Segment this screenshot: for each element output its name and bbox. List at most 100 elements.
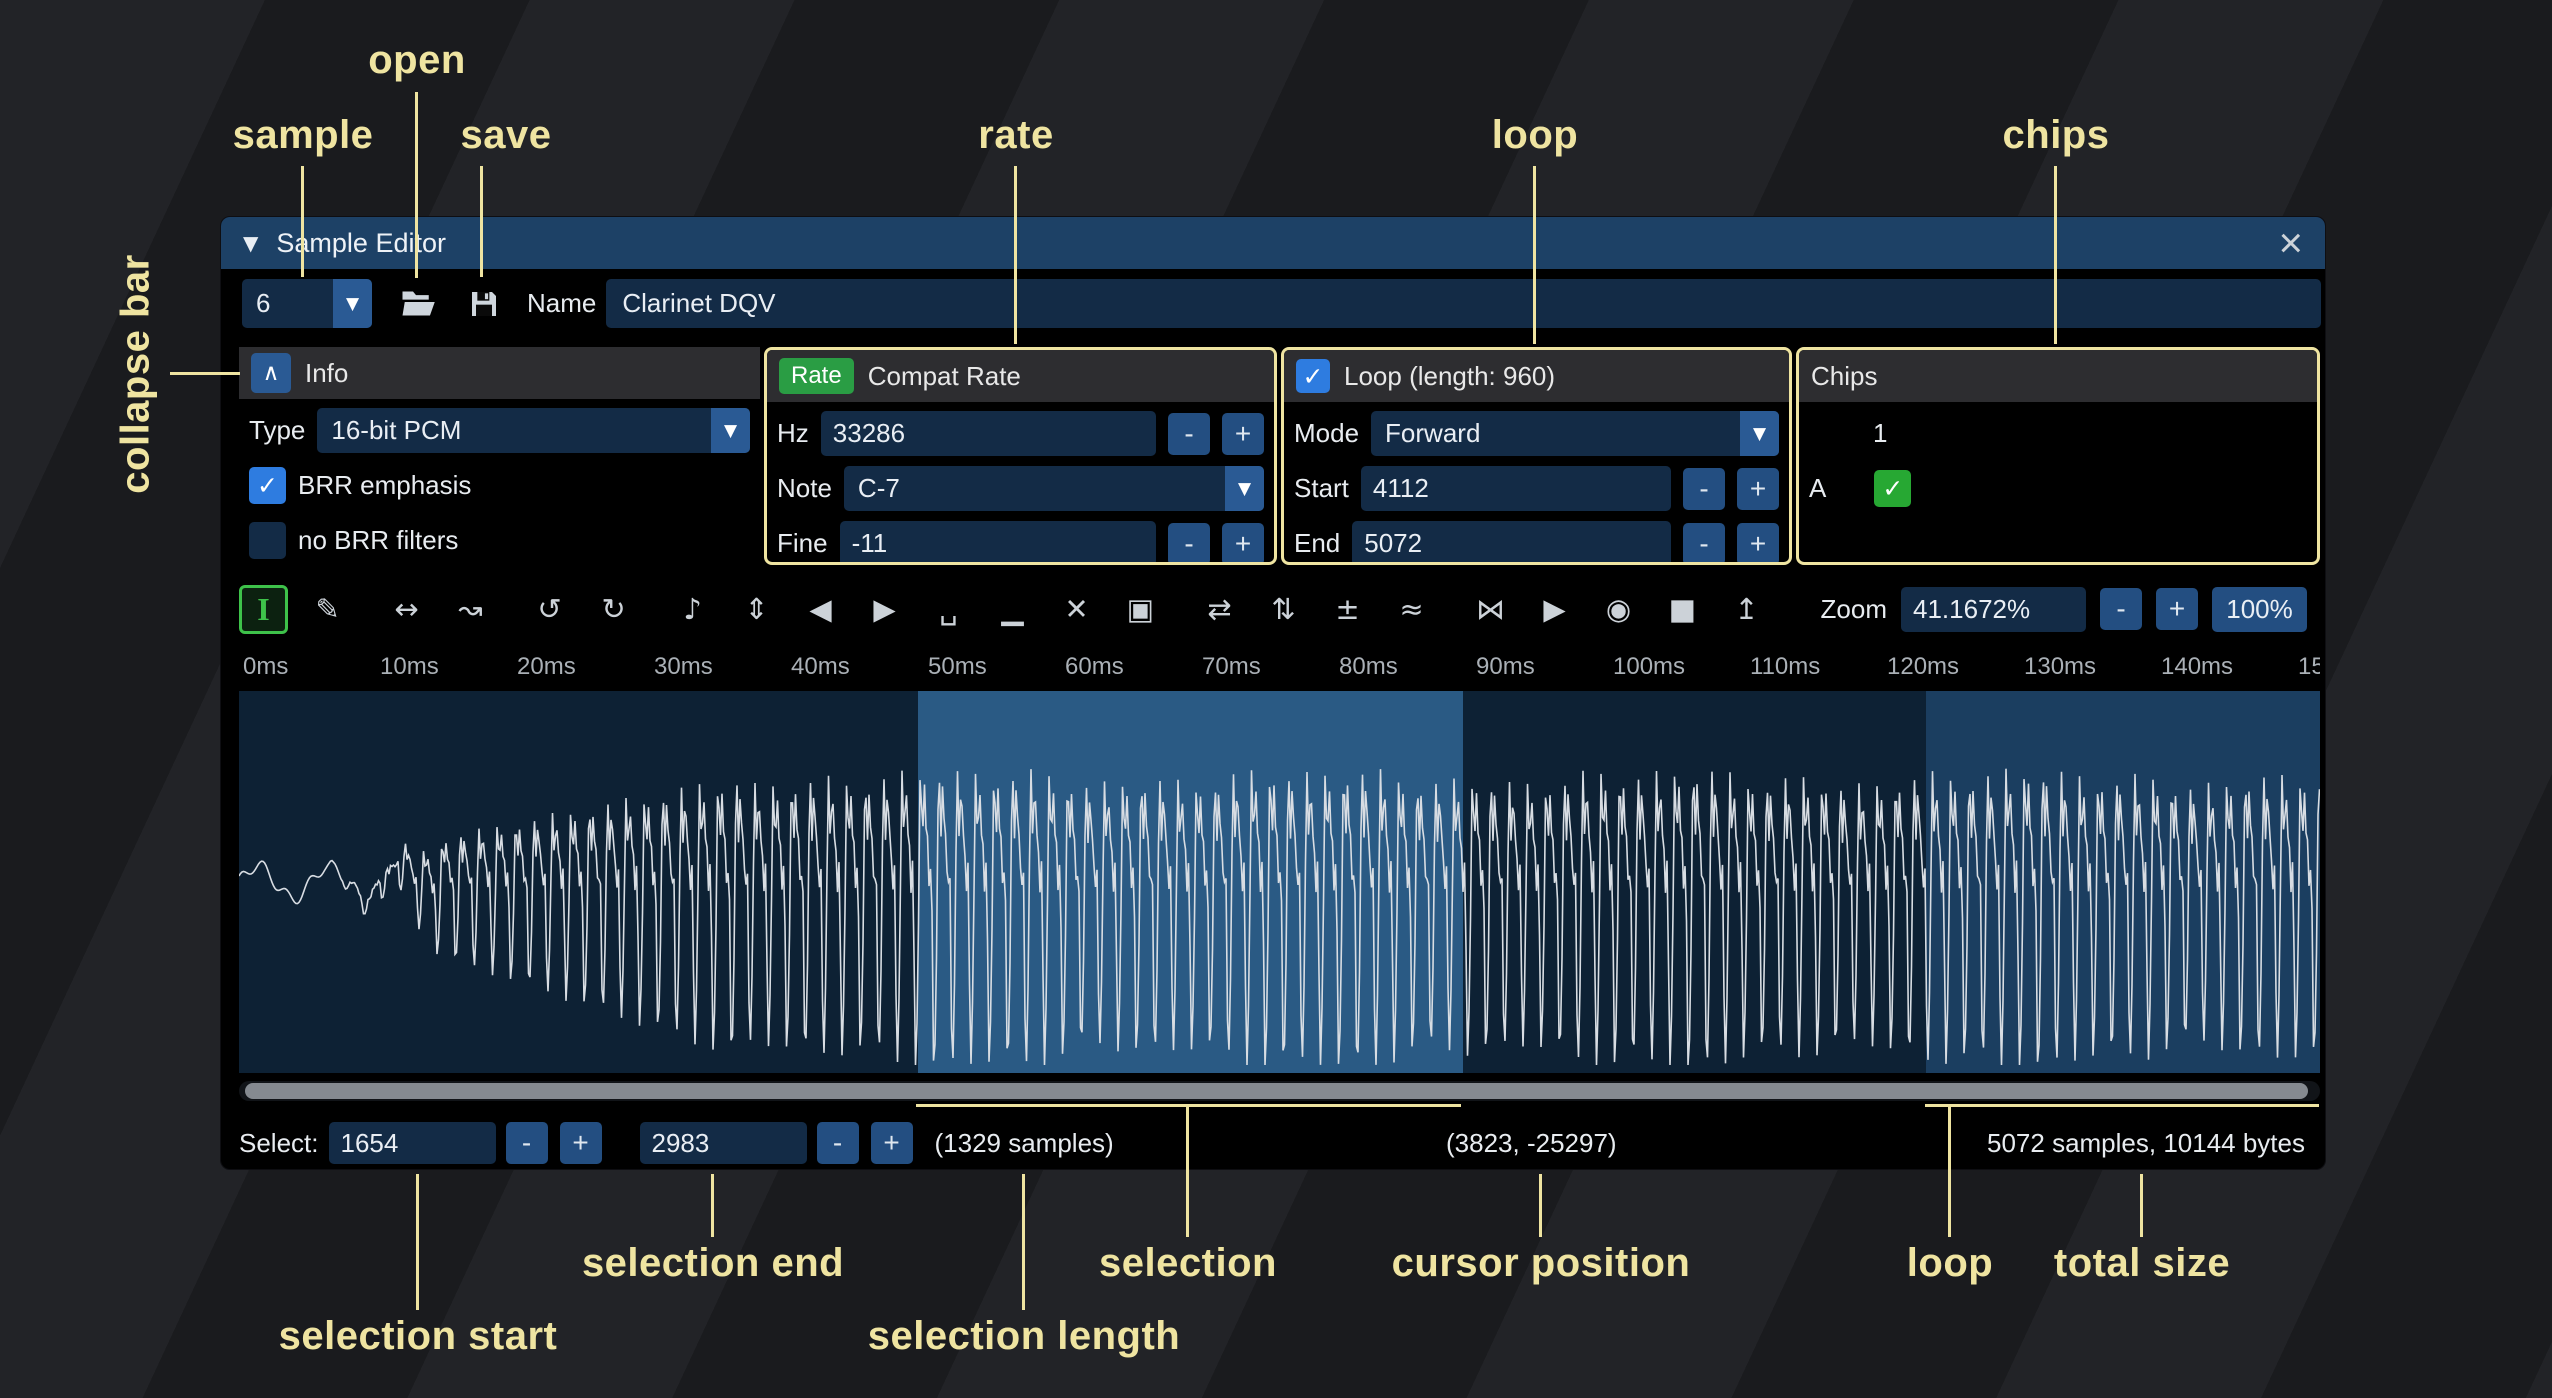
invert-button[interactable]: ⇅ [1259,585,1308,634]
chevron-down-icon: ▼ [333,279,372,328]
reverse-button[interactable]: ⇄ [1195,585,1244,634]
loop-end-minus-button[interactable]: - [1683,523,1725,565]
open-folder-icon [401,288,437,319]
fine-label: Fine [777,528,828,559]
chip-a1-checkbox[interactable]: ✓ [1874,470,1911,507]
hz-minus-button[interactable]: - [1168,413,1210,455]
collapse-window-icon[interactable]: ▼ [243,231,258,255]
annotation-loop-region: loop [1907,1241,1993,1286]
loop-start-plus-button[interactable]: + [1737,468,1779,510]
titlebar[interactable]: ▼ Sample Editor × [221,217,2325,269]
selection-end-input[interactable] [640,1122,807,1164]
loop-panel-title: Loop (length: 960) [1344,361,1555,392]
fine-minus-button[interactable]: - [1168,523,1210,565]
hz-input[interactable] [821,411,1156,456]
annotation-selection: selection [1099,1241,1277,1286]
zoom-label: Zoom [1821,594,1887,625]
delete-button[interactable]: ✕ [1052,585,1101,634]
normalize-button[interactable]: ⇕ [732,585,781,634]
selection-end-plus-button[interactable]: + [871,1122,913,1164]
sample-name-input[interactable] [606,279,2321,328]
ruler-label-30ms: 30ms [654,653,713,681]
hz-plus-button[interactable]: + [1222,413,1264,455]
check-icon: ✓ [1882,474,1903,503]
note-select[interactable]: C-7 ▼ [844,466,1264,511]
apply-filter-button[interactable]: ≈ [1387,585,1436,634]
brr-emphasis-checkbox[interactable]: ✓ [249,467,286,504]
waveform-scrollbar[interactable] [239,1081,2320,1101]
ruler-label-80ms: 80ms [1339,653,1398,681]
chip-row-label: A [1809,473,1826,504]
chip-column-header: 1 [1873,418,1887,449]
selection-start-minus-button[interactable]: - [506,1122,548,1164]
rate-badge: Rate [779,358,854,394]
chips-panel-header: Chips [1799,350,2317,402]
ruler-label-10ms: 10ms [380,653,439,681]
zoom-out-button[interactable]: - [2100,588,2142,630]
stop-preview-button[interactable]: ■ [1658,585,1707,634]
window-title: Sample Editor [276,228,446,259]
fade-out-button[interactable]: ▶ [860,585,909,634]
waveform-plot[interactable] [239,691,2320,1073]
total-size-text: 5072 samples, 10144 bytes [1987,1128,2305,1159]
edit-mode-select-button[interactable]: I [239,585,288,634]
chevron-up-icon: ∧ [263,360,280,386]
signed-unsigned-button[interactable]: ± [1323,585,1372,634]
redo-button[interactable]: ↻ [589,585,638,634]
selection-start-input[interactable] [329,1122,496,1164]
ruler-label-90ms: 90ms [1476,653,1535,681]
save-sample-button[interactable] [459,279,508,328]
annotation-selection-length-line [1022,1174,1025,1310]
sample-type-select[interactable]: 16-bit PCM ▼ [317,408,750,453]
apply-silence-button[interactable]: ▁ [988,585,1037,634]
info-panel-header: ∧ Info [239,347,760,399]
annotation-open: open [368,38,466,83]
loop-end-input[interactable] [1352,521,1671,565]
close-icon[interactable]: × [2278,222,2303,264]
fine-input[interactable] [840,521,1156,565]
toolbar: I ✎ ↔ ↝ ↺ ↻ ♪ ⇕ ◀ ▶ ␣ ▁ ✕ ▣ ⇄ ⇅ ± ≈ ⋈ ▶ ◉ ■ ↥ Zoom - + 100% [239,583,2307,635]
edit-mode-draw-button[interactable]: ✎ [303,585,352,634]
ruler-label-20ms: 20ms [517,653,576,681]
loop-end-plus-button[interactable]: + [1737,523,1779,565]
fade-in-button[interactable]: ◀ [796,585,845,634]
annotation-cursor-position-line [1539,1174,1542,1237]
annotation-save: save [461,113,552,158]
time-ruler[interactable]: 0ms10ms20ms30ms40ms50ms60ms70ms80ms90ms1… [239,647,2320,685]
sample-number-value: 6 [242,288,333,319]
ruler-label-60ms: 60ms [1065,653,1124,681]
amplify-button[interactable]: ♪ [668,585,717,634]
crossfade-loop-button[interactable]: ⋈ [1466,585,1515,634]
chevron-down-icon: ▼ [1740,411,1779,456]
loop-enable-checkbox[interactable]: ✓ [1296,359,1330,393]
insert-silence-button[interactable]: ␣ [924,585,973,634]
preview-button[interactable]: ▶ [1530,585,1579,634]
ruler-label-140ms: 140ms [2161,653,2233,681]
zoom-input[interactable] [1901,587,2086,632]
import-button[interactable]: ↥ [1722,585,1771,634]
sample-number-select[interactable]: 6 ▼ [242,279,372,328]
no-brr-filters-checkbox[interactable] [249,522,286,559]
selection-end-minus-button[interactable]: - [817,1122,859,1164]
chevron-down-icon: ▼ [711,408,750,453]
zoom-in-button[interactable]: + [2156,588,2198,630]
brr-emphasis-label: BRR emphasis [298,470,471,501]
preview-from-cursor-button[interactable]: ◉ [1594,585,1643,634]
scrollbar-thumb[interactable] [245,1083,2308,1099]
trim-button[interactable]: ▣ [1116,585,1165,634]
zoom-reset-button[interactable]: 100% [2212,587,2307,632]
collapse-bar-button[interactable]: ∧ [251,353,291,393]
selection-start-plus-button[interactable]: + [560,1122,602,1164]
waveform-view[interactable] [239,691,2320,1073]
loop-mode-select[interactable]: Forward ▼ [1371,411,1779,456]
open-sample-button[interactable] [394,279,443,328]
fine-plus-button[interactable]: + [1222,523,1264,565]
annotation-total-size: total size [2054,1241,2230,1286]
loop-start-minus-button[interactable]: - [1683,468,1725,510]
resample-button[interactable]: ↝ [446,585,495,634]
undo-button[interactable]: ↺ [525,585,574,634]
resize-button[interactable]: ↔ [382,585,431,634]
zoom-controls: Zoom - + 100% [1821,587,2307,632]
annotation-selection-start-line [416,1174,419,1310]
loop-start-input[interactable] [1361,466,1671,511]
